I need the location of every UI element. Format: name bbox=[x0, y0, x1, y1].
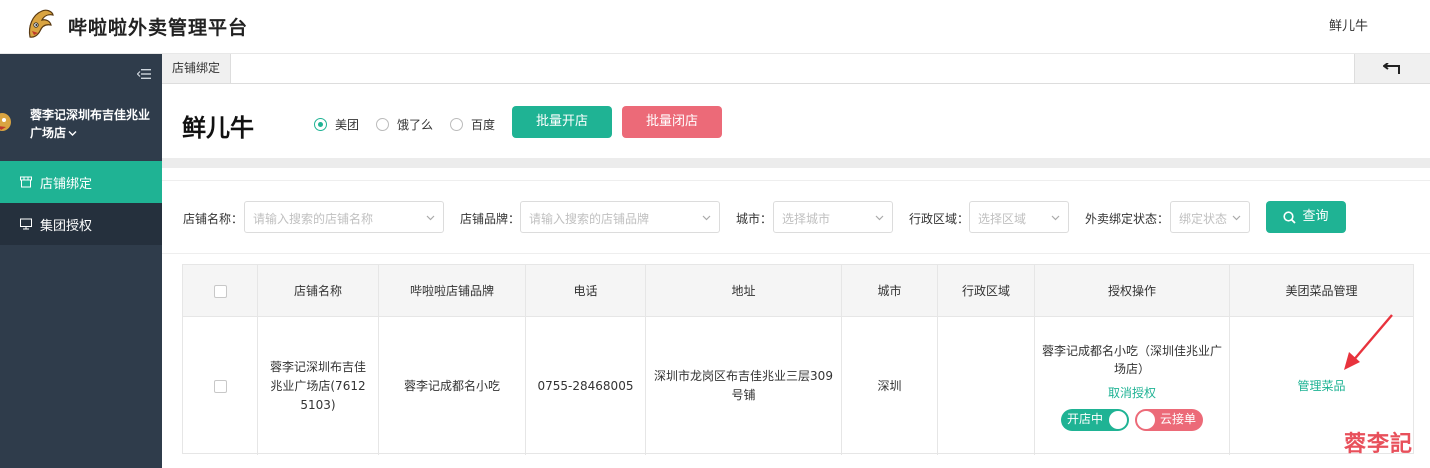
store-switcher[interactable]: 蓉李记深圳布吉佳兆业广场店 bbox=[30, 106, 158, 142]
menu-collapse-icon[interactable] bbox=[137, 68, 151, 80]
toggle-label: 开店中 bbox=[1067, 412, 1104, 426]
toggle-knob bbox=[1137, 410, 1155, 429]
toggle-group: 开店中 云接单 bbox=[1061, 408, 1203, 431]
query-button[interactable]: 查询 bbox=[1266, 201, 1346, 233]
radio-circle bbox=[376, 118, 389, 131]
user-name[interactable]: 鲜儿牛 bbox=[1329, 15, 1368, 34]
phone-cell: 0755-28468005 bbox=[526, 317, 646, 455]
store-table: 店铺名称 哔啦啦店铺品牌 电话 地址 城市 行政区域 授权操作 美团菜品管理 蓉… bbox=[182, 264, 1414, 455]
platform-radio-baidu[interactable]: 百度 bbox=[450, 116, 495, 133]
select-placeholder: 选择城市 bbox=[782, 212, 831, 226]
column-header: 地址 bbox=[646, 265, 842, 317]
tab-bar: 店铺绑定 bbox=[162, 54, 1430, 84]
district-select[interactable]: 选择区域 bbox=[969, 201, 1069, 233]
column-header: 电话 bbox=[526, 265, 646, 317]
auth-operation-cell: 蓉李记成都名小吃（深圳佳兆业广场店） 取消授权 开店中 云接单 bbox=[1035, 317, 1230, 455]
sidebar-item-group-auth[interactable]: 集团授权 bbox=[0, 203, 162, 245]
radio-label: 美团 bbox=[335, 118, 360, 132]
city-cell: 深圳 bbox=[842, 317, 938, 455]
store-name-label: 蓉李记深圳布吉佳兆业广场店 bbox=[30, 108, 151, 140]
toggle-knob bbox=[1109, 410, 1127, 429]
sidebar: 蓉李记深圳布吉佳兆业广场店 店铺绑定 集团授权 bbox=[0, 54, 162, 468]
store-brand-filter-label: 店铺品牌： bbox=[460, 212, 521, 226]
store-brand-select[interactable]: 请输入搜索的店铺品牌 bbox=[520, 201, 720, 233]
column-header: 美团菜品管理 bbox=[1285, 284, 1358, 298]
radio-circle bbox=[450, 118, 463, 131]
platform-radio-eleme[interactable]: 饿了么 bbox=[376, 116, 433, 133]
district-cell bbox=[938, 317, 1035, 455]
batch-close-button[interactable]: 批量闭店 bbox=[622, 106, 722, 138]
search-icon bbox=[1283, 210, 1297, 224]
column-header: 店铺名称 bbox=[258, 265, 379, 317]
brand-watermark: 蓉李記 bbox=[1344, 432, 1414, 457]
query-label: 查询 bbox=[1302, 209, 1329, 224]
column-header: 行政区域 bbox=[938, 265, 1035, 317]
back-button[interactable] bbox=[1354, 54, 1430, 83]
authorized-store-name: 蓉李记成都名小吃（深圳佳兆业广场店） bbox=[1042, 343, 1223, 376]
select-placeholder: 请输入搜索的店铺名称 bbox=[253, 212, 374, 226]
chevron-down-icon bbox=[1232, 215, 1241, 221]
return-arrow-icon bbox=[1383, 63, 1400, 74]
chevron-down-icon bbox=[68, 131, 77, 136]
address-text: 深圳市龙岗区布吉佳兆业三层309号铺 bbox=[654, 369, 833, 402]
platform-radio-meituan[interactable]: 美团 bbox=[314, 116, 359, 133]
radio-circle bbox=[314, 118, 327, 131]
store-name-text: 蓉李记深圳布吉佳兆业广场店(76125103) bbox=[269, 359, 366, 412]
select-placeholder: 绑定状态 bbox=[1179, 212, 1228, 226]
store-name-select[interactable]: 请输入搜索的店铺名称 bbox=[244, 201, 444, 233]
column-header: 哔啦啦店铺品牌 bbox=[379, 265, 526, 317]
divider-line bbox=[162, 180, 1430, 181]
city-select[interactable]: 选择城市 bbox=[773, 201, 893, 233]
toggle-label: 云接单 bbox=[1160, 412, 1197, 426]
select-placeholder: 选择区域 bbox=[978, 212, 1027, 226]
column-header: 城市 bbox=[842, 265, 938, 317]
store-name-cell: 蓉李记深圳布吉佳兆业广场店(76125103) bbox=[258, 317, 379, 455]
divider-line bbox=[162, 253, 1430, 254]
store-open-toggle[interactable]: 开店中 bbox=[1061, 408, 1129, 431]
store-icon bbox=[20, 176, 32, 188]
select-all-checkbox[interactable] bbox=[213, 284, 227, 298]
store-avatar-icon bbox=[0, 113, 11, 131]
chevron-down-icon bbox=[426, 215, 435, 221]
brand-cell: 蓉李记成都名小吃 bbox=[379, 317, 526, 455]
radio-label: 百度 bbox=[471, 118, 496, 132]
column-header: 授权操作 bbox=[1035, 265, 1230, 317]
cancel-auth-link[interactable]: 取消授权 bbox=[1108, 384, 1156, 403]
annotation-arrow-icon bbox=[1344, 314, 1393, 370]
district-filter-label: 行政区域： bbox=[909, 212, 970, 226]
chevron-down-icon bbox=[875, 215, 884, 221]
radio-label: 饿了么 bbox=[397, 118, 434, 132]
sidebar-item-store-binding[interactable]: 店铺绑定 bbox=[0, 161, 162, 203]
brand-title: 鲜儿牛 bbox=[182, 114, 254, 142]
chevron-down-icon bbox=[702, 215, 711, 221]
store-name-filter-label: 店铺名称： bbox=[183, 212, 244, 226]
table-header: 店铺名称 哔啦啦店铺品牌 电话 地址 城市 行政区域 授权操作 美团菜品管理 bbox=[183, 265, 1413, 317]
city-filter-label: 城市： bbox=[736, 212, 773, 226]
address-cell: 深圳市龙岗区布吉佳兆业三层309号铺 bbox=[646, 317, 842, 455]
monitor-icon bbox=[20, 218, 32, 230]
tab-store-binding[interactable]: 店铺绑定 bbox=[162, 54, 232, 83]
chevron-down-icon bbox=[1051, 215, 1060, 221]
manage-dishes-link[interactable]: 管理菜品 bbox=[1297, 377, 1345, 396]
sidebar-item-label: 店铺绑定 bbox=[40, 176, 93, 192]
bind-status-select[interactable]: 绑定状态 bbox=[1170, 201, 1250, 233]
row-select-cell bbox=[183, 317, 258, 455]
app-title: 哔啦啦外卖管理平台 bbox=[68, 17, 249, 39]
top-header: 哔啦啦外卖管理平台 鲜儿牛 bbox=[0, 0, 1430, 54]
section-divider bbox=[162, 158, 1430, 168]
bind-status-filter-label: 外卖绑定状态： bbox=[1085, 212, 1170, 226]
cloud-order-toggle[interactable]: 云接单 bbox=[1135, 408, 1203, 431]
batch-open-button[interactable]: 批量开店 bbox=[512, 106, 612, 138]
sidebar-item-label: 集团授权 bbox=[40, 218, 93, 234]
select-placeholder: 请输入搜索的店铺品牌 bbox=[529, 212, 650, 226]
app-logo-icon bbox=[28, 9, 54, 38]
header-select-all bbox=[183, 265, 258, 317]
row-checkbox[interactable] bbox=[213, 379, 227, 393]
